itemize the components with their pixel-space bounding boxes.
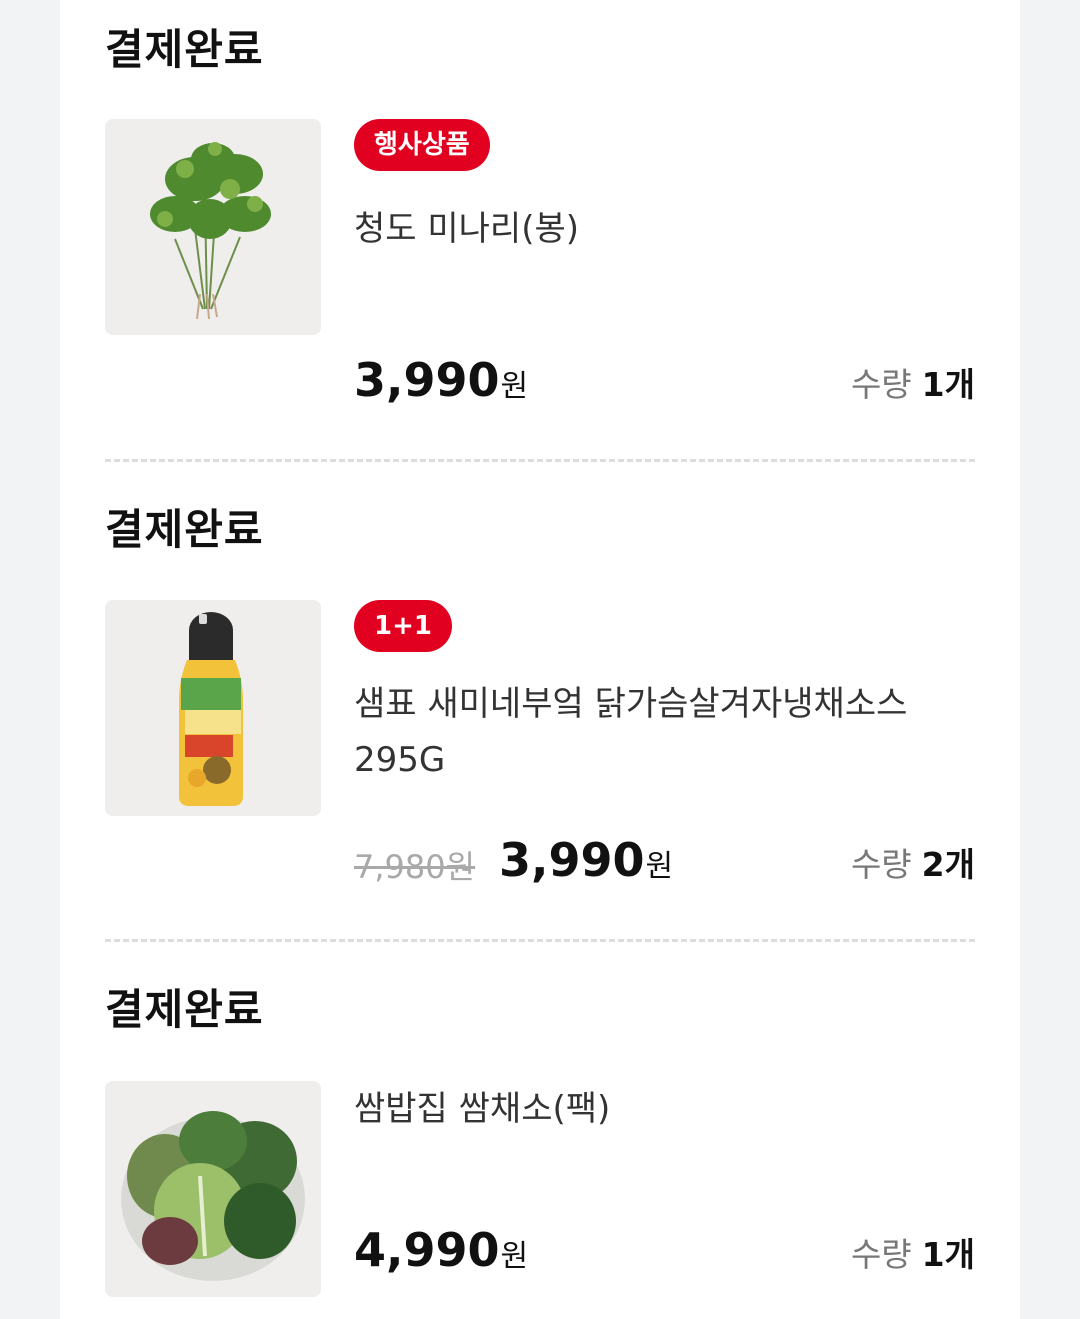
sale-price: 3,990원 [499, 833, 674, 887]
promo-badge: 1+1 [354, 600, 452, 652]
order-status: 결제완료 [105, 985, 264, 1034]
divider [105, 939, 975, 942]
quantity: 수량 1개 [850, 365, 975, 404]
product-name[interactable]: 청도 미나리(봉) [354, 201, 975, 257]
product-info: 행사상품 청도 미나리(봉) [354, 119, 975, 257]
divider [105, 459, 975, 462]
minari-image [105, 119, 321, 335]
sale-price: 3,990원 [354, 353, 529, 407]
order-item: 결제완료 1+1 샘표 새미네부엌 닭가슴살겨자냉채소스 295G 7,980원… [105, 500, 975, 900]
product-info: 1+1 샘표 새미네부엌 닭가슴살겨자냉채소스 295G [354, 600, 975, 788]
product-info: 쌈밥집 쌈채소(팩) [354, 1081, 975, 1137]
price-row: 3,990원 수량 1개 [354, 350, 975, 410]
product-image-lettuce[interactable] [105, 1081, 321, 1297]
lettuce-image [105, 1081, 321, 1297]
event-badge: 행사상품 [354, 119, 490, 171]
product-name[interactable]: 쌈밥집 쌈채소(팩) [354, 1081, 975, 1137]
product-image-sauce[interactable] [105, 600, 321, 816]
order-status: 결제완료 [105, 25, 264, 74]
sauce-bottle-image [105, 600, 321, 816]
product-image-minari[interactable] [105, 119, 321, 335]
quantity: 수량 2개 [850, 845, 975, 884]
order-item: 결제완료 행사상품 청도 미나리(봉) 3,990원 수량 1개 [105, 20, 975, 420]
original-price: 7,980원 [354, 848, 476, 886]
quantity: 수량 1개 [850, 1235, 975, 1274]
sale-price: 4,990원 [354, 1223, 529, 1277]
order-status: 결제완료 [105, 505, 264, 554]
product-name[interactable]: 샘표 새미네부엌 닭가슴살겨자냉채소스 295G [354, 676, 975, 788]
order-item: 결제완료 쌈밥집 쌈채소(팩) 4,990원 수량 1개 [105, 980, 975, 1319]
price-row: 7,980원 3,990원 수량 2개 [354, 830, 975, 890]
price-row: 4,990원 수량 1개 [354, 1220, 975, 1280]
order-list-panel: 결제완료 행사상품 청도 미나리(봉) 3,990원 수량 1개 결제완료 1+… [60, 0, 1020, 1319]
